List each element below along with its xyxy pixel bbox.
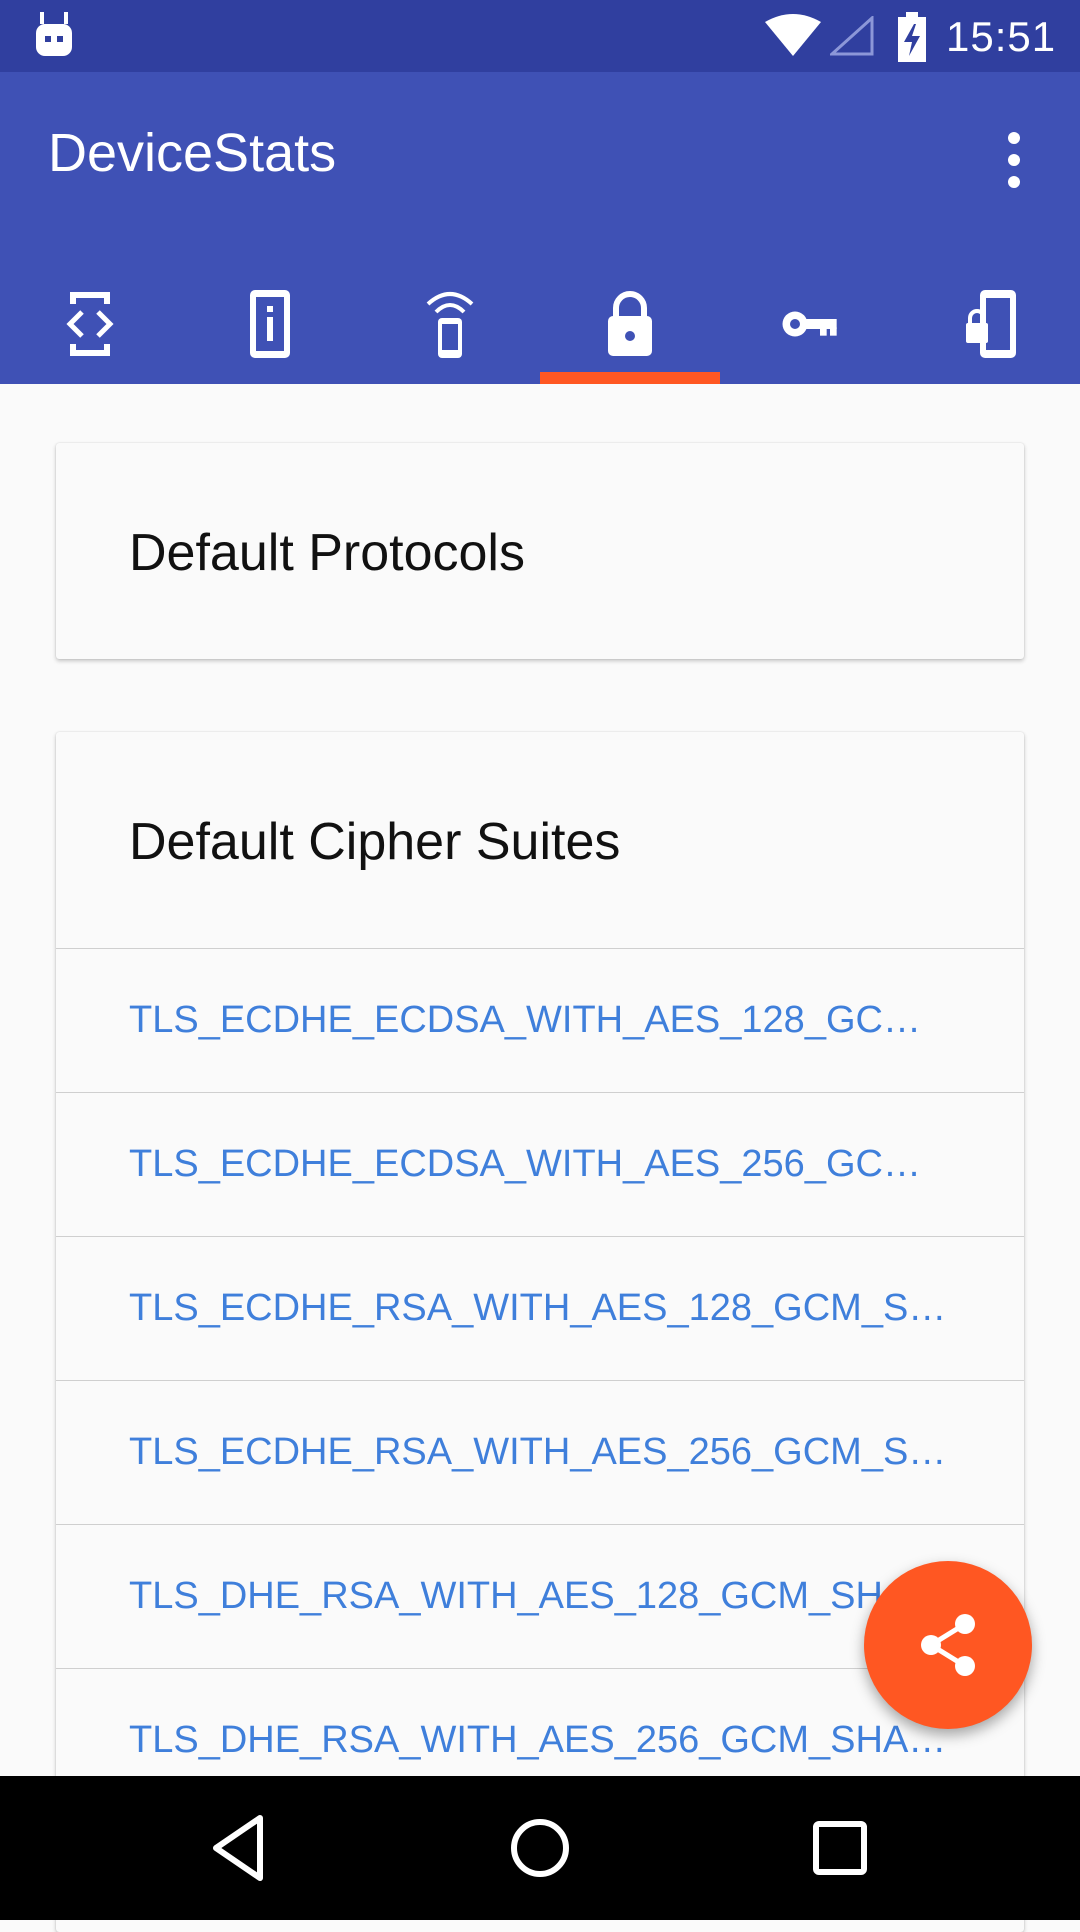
cipher-suite-label: TLS_ECDHE_ECDSA_WITH_AES_256_GCM_SHA384 [129,1143,949,1185]
list-item[interactable]: TLS_ECDHE_RSA_WITH_AES_128_GCM_SHA256 [56,1236,1024,1380]
recents-icon[interactable] [802,1810,878,1886]
cipher-suite-label: TLS_ECDHE_RSA_WITH_AES_256_GCM_SHA384 [129,1431,949,1473]
key-icon [782,311,837,337]
app-bar: DeviceStats [0,72,1080,384]
home-icon[interactable] [502,1810,578,1886]
cipher-suite-label: TLS_ECDHE_RSA_WITH_AES_128_GCM_SHA256 [129,1287,949,1329]
card-title-protocols: Default Protocols [129,524,525,582]
info-device-icon [250,290,290,358]
tab-phonelink-lock[interactable] [900,264,1080,384]
share-icon [921,1614,975,1676]
battery-charging-icon [898,12,926,62]
list-item[interactable]: TLS_ECDHE_ECDSA_WITH_AES_256_GCM_SHA384 [56,1092,1024,1236]
cipher-suite-label: TLS_DHE_RSA_WITH_AES_128_GCM_SHA256 [129,1575,949,1617]
tab-bar [0,264,1080,384]
lock-icon [608,291,652,356]
status-bar: 15:51 [0,0,1080,72]
default-protocols-card[interactable]: Default Protocols [56,443,1024,659]
default-cipher-suites-card: Default Cipher Suites TLS_ECDHE_ECDSA_WI… [56,732,1024,1932]
app-title: DeviceStats [48,123,337,183]
card-title-ciphers: Default Cipher Suites [129,813,621,871]
android-icon [36,12,72,56]
tab-device-info[interactable] [180,264,360,384]
tab-developer[interactable] [0,264,180,384]
status-time: 15:51 [946,13,1057,60]
cipher-suite-label: TLS_DHE_RSA_WITH_AES_256_GCM_SHA384 [129,1719,949,1761]
developer-mode-icon [66,292,114,356]
tab-security[interactable] [540,264,720,384]
tab-wireless[interactable] [360,264,540,384]
share-fab[interactable] [864,1561,1032,1729]
signal-icon [830,16,874,56]
navigation-bar [0,1776,1080,1920]
list-item[interactable]: TLS_ECDHE_RSA_WITH_AES_256_GCM_SHA384 [56,1380,1024,1524]
cipher-suite-label: TLS_ECDHE_ECDSA_WITH_AES_128_GCM_SHA256 [129,999,949,1041]
tab-selected-indicator [540,372,720,384]
phonelink-lock-icon [966,290,1016,358]
back-icon[interactable] [202,1810,278,1886]
more-vert-icon[interactable] [990,128,1038,192]
wireless-device-icon [426,292,474,358]
list-item[interactable]: TLS_ECDHE_ECDSA_WITH_AES_128_GCM_SHA256 [56,948,1024,1092]
tab-keys[interactable] [720,264,900,384]
wifi-icon [765,14,821,56]
